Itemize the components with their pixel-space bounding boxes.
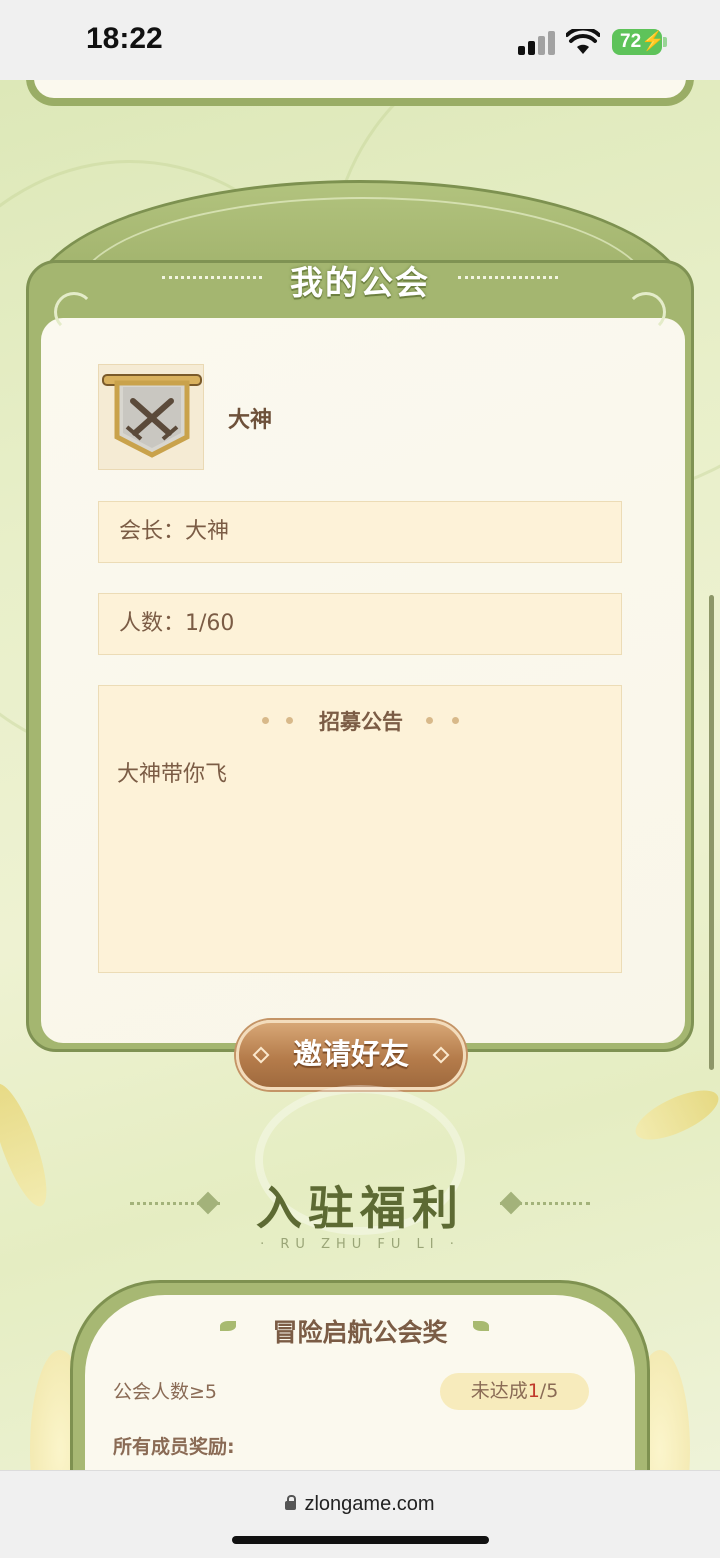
progress-current: 1 bbox=[527, 1380, 540, 1402]
page-content[interactable]: 我的公会 大神 会长：大神 人数：1/60 招募公告 大神带你飞 邀请好友 入驻… bbox=[0, 80, 720, 1470]
lock-icon bbox=[285, 1495, 297, 1510]
invite-friends-button[interactable]: 邀请好友 bbox=[236, 1020, 466, 1090]
reward-condition: 公会人数≥5 bbox=[113, 1381, 218, 1403]
invite-friends-label: 邀请好友 bbox=[292, 1037, 409, 1071]
guild-emblem[interactable] bbox=[98, 364, 204, 470]
leaf-decoration bbox=[629, 1080, 720, 1150]
guild-leader-field: 会长：大神 bbox=[98, 501, 622, 563]
cellular-signal-icon bbox=[518, 31, 556, 55]
url-display[interactable]: zlongame.com bbox=[0, 1493, 720, 1516]
status-bar: 18:22 72⚡ bbox=[0, 0, 720, 80]
member-reward-label: 所有成员奖励: bbox=[113, 1436, 235, 1458]
browser-url-bar[interactable]: zlongame.com bbox=[0, 1470, 720, 1558]
recruit-notice-box: 招募公告 大神带你飞 bbox=[98, 685, 622, 973]
battery-tip bbox=[663, 37, 667, 47]
scrollbar[interactable] bbox=[709, 595, 714, 1070]
battery-icon: 72⚡ bbox=[612, 29, 665, 55]
home-indicator[interactable] bbox=[232, 1536, 489, 1544]
card-title: 我的公会 bbox=[290, 263, 430, 302]
battery-level: 72 bbox=[620, 31, 642, 52]
notice-text: 大神带你飞 bbox=[117, 762, 228, 787]
crossed-swords-banner-icon bbox=[102, 374, 202, 458]
section-subtitle: · RU ZHU FU LI · bbox=[260, 1237, 460, 1252]
notice-title: 招募公告 bbox=[319, 710, 403, 734]
section-title: 入驻福利 bbox=[256, 1181, 464, 1235]
progress-total: /5 bbox=[539, 1380, 559, 1402]
previous-card-bottom bbox=[26, 80, 694, 106]
wifi-icon bbox=[566, 29, 600, 54]
guild-name: 大神 bbox=[228, 408, 273, 433]
guild-members-field: 人数：1/60 bbox=[98, 593, 622, 655]
url-text: zlongame.com bbox=[304, 1493, 435, 1515]
progress-prefix: 未达成 bbox=[470, 1380, 528, 1402]
my-guild-card: 我的公会 大神 会长：大神 人数：1/60 招募公告 大神带你飞 邀请好友 bbox=[26, 180, 694, 1090]
reward-title: 冒险启航公会奖 bbox=[272, 1318, 448, 1347]
progress-status-badge: 未达成1/5 bbox=[440, 1373, 589, 1410]
status-time: 18:22 bbox=[86, 22, 163, 55]
